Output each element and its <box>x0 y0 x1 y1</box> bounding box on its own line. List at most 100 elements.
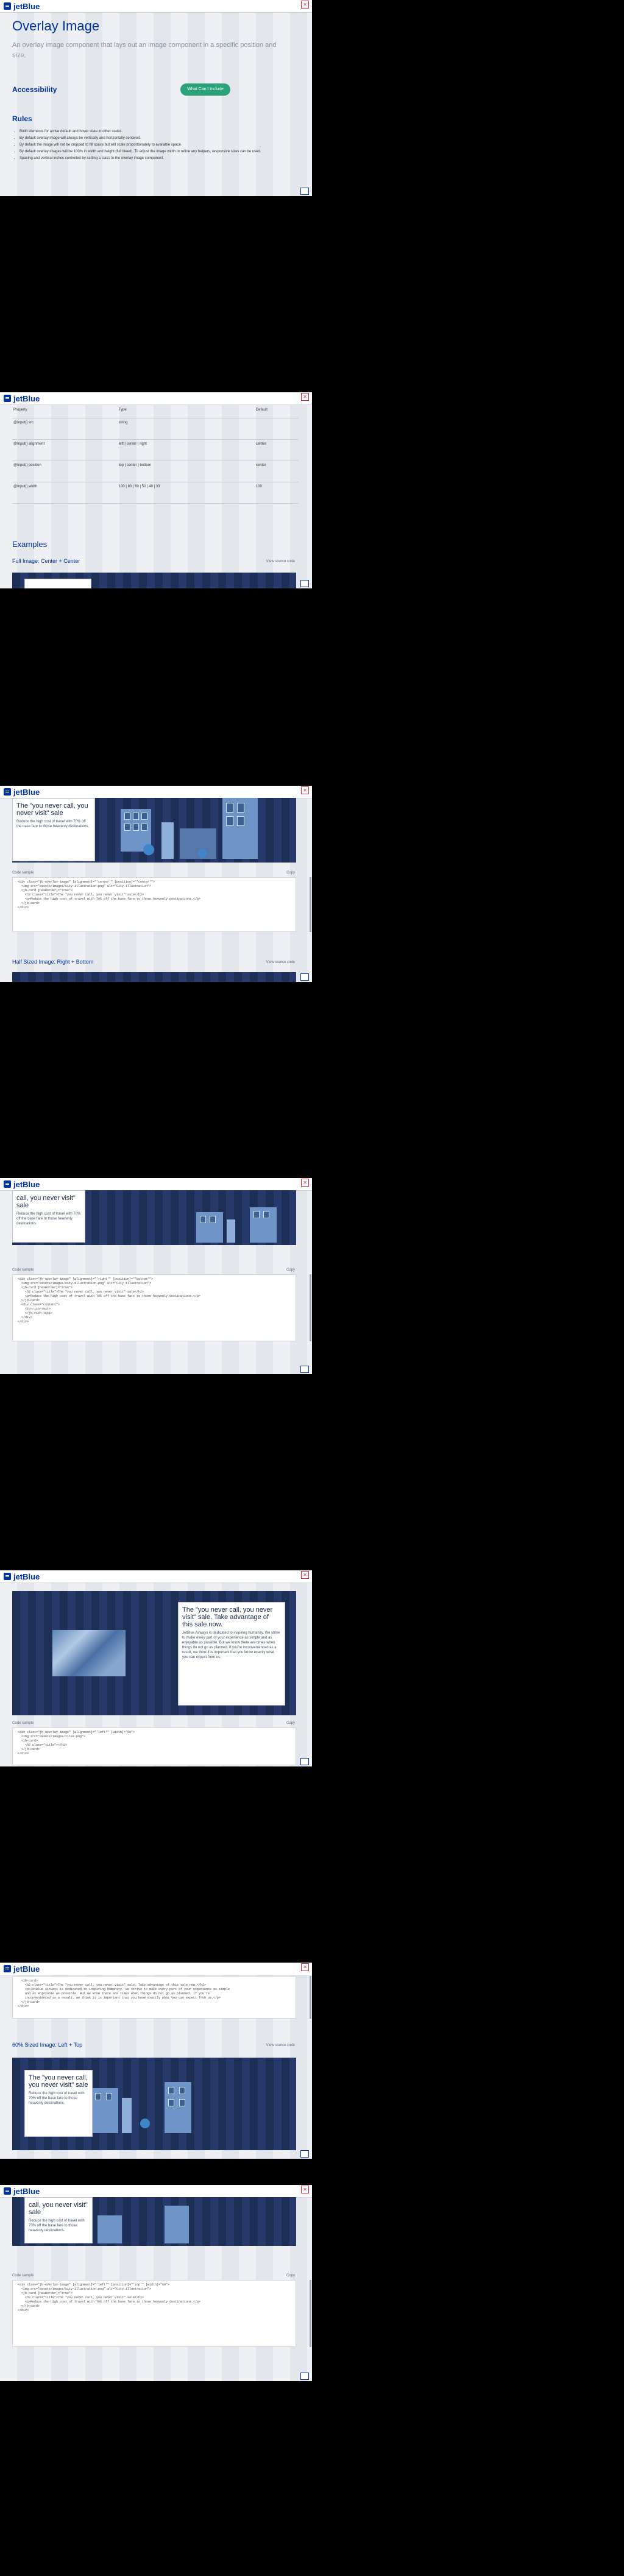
building-illustration <box>91 2088 118 2133</box>
building-illustration <box>161 822 174 859</box>
window <box>168 2099 174 2106</box>
code-sample[interactable]: <div class="jb-overlay-image" [alignment… <box>12 2280 296 2347</box>
table-cell: 100 <box>254 482 299 504</box>
code-sample[interactable]: <div class="jb-overlay-image" [alignment… <box>12 1274 296 1341</box>
overlay-image-banner: The "you never call, you never visit" sa… <box>12 798 296 863</box>
menu-icon[interactable] <box>4 1965 11 1972</box>
building-illustration <box>227 1219 235 1243</box>
table-cell: top | center | bottom <box>117 461 255 482</box>
view-source-link[interactable]: View source code <box>266 2044 295 2047</box>
code-sample[interactable]: <jb-card> <h2 class="title">The "you nev… <box>12 1976 296 2019</box>
code-label: Code sample <box>12 1721 34 1725</box>
tiles-illustration <box>52 1630 126 1676</box>
jetblue-logo[interactable]: jetBlue <box>13 1180 40 1189</box>
table-header-row: Property Type Default <box>12 406 299 418</box>
overlay-image-banner: The "you never call, you never visit" sa… <box>12 2058 296 2150</box>
copy-button[interactable]: Copy <box>286 2274 295 2278</box>
building-illustration <box>250 1207 277 1243</box>
building-illustration <box>165 2206 189 2243</box>
close-icon[interactable]: ✕ <box>301 1 309 9</box>
menu-icon[interactable] <box>4 395 11 402</box>
close-icon[interactable]: ✕ <box>301 1571 309 1579</box>
table-cell: 100 | 80 | 60 | 50 | 40 | 33 <box>117 482 255 504</box>
expand-icon[interactable] <box>300 2373 309 2380</box>
close-icon[interactable]: ✕ <box>301 786 309 794</box>
jetblue-logo[interactable]: jetBlue <box>13 2 40 11</box>
example-title: 60% Sized Image: Left + Top <box>12 2042 83 2048</box>
scrollbar[interactable] <box>310 1976 311 2019</box>
jetblue-logo[interactable]: jetBlue <box>13 2187 40 2196</box>
close-icon[interactable]: ✕ <box>301 1179 309 1187</box>
app-header: jetBlue ✕ <box>0 1178 312 1191</box>
code-label: Code sample <box>12 1268 34 1272</box>
card-body: Reduce the high cost of travel with 70% … <box>29 2219 85 2232</box>
app-header: jetBlue ✕ <box>0 786 312 799</box>
rules-list: Build elements for active default and ho… <box>12 129 306 163</box>
table-cell: @Input() src <box>12 418 118 440</box>
close-icon[interactable]: ✕ <box>301 393 309 401</box>
table-cell: @Input() alignment <box>12 439 118 461</box>
table-cell: left | center | right <box>117 439 255 461</box>
menu-icon[interactable] <box>4 1573 11 1580</box>
expand-icon[interactable] <box>300 188 309 195</box>
expand-icon[interactable] <box>300 2150 309 2158</box>
table-cell: @Input() position <box>12 461 118 482</box>
jetblue-logo[interactable]: jetBlue <box>13 1964 40 1974</box>
accessibility-button[interactable]: What Can I Include <box>180 83 230 96</box>
example-title: Full Image: Center + Center <box>12 558 80 564</box>
scrollbar[interactable] <box>310 877 311 932</box>
overlay-card: call, you never visit" sale Reduce the h… <box>24 2197 93 2243</box>
window <box>179 2099 185 2106</box>
table-row: @Input() position top | center | bottom … <box>12 461 299 482</box>
screen-example-3-code: jetBlue ✕ call, you never visit" sale Re… <box>0 2185 312 2381</box>
list-item: By default the image will not be cropped… <box>20 143 306 148</box>
close-icon[interactable]: ✕ <box>301 1963 309 1971</box>
view-source-link[interactable]: View source code <box>266 560 295 563</box>
copy-button[interactable]: Copy <box>286 1268 295 1272</box>
code-sample[interactable]: <div class="jb-overlay-image" [alignment… <box>12 877 296 932</box>
overlay-image-banner <box>12 972 296 982</box>
menu-icon[interactable] <box>4 788 11 796</box>
window <box>179 2087 185 2094</box>
window <box>141 824 147 831</box>
table-cell: @Input() width <box>12 482 118 504</box>
jetblue-logo[interactable]: jetBlue <box>13 1572 40 1581</box>
window <box>124 824 130 831</box>
card-title: call, you never visit" sale <box>29 2201 88 2216</box>
expand-icon[interactable] <box>300 580 309 587</box>
card-title: The "you never call, you never visit" sa… <box>29 2074 88 2089</box>
building-illustration <box>196 1212 223 1243</box>
scrollbar[interactable] <box>310 2280 311 2347</box>
expand-icon[interactable] <box>300 1758 309 1765</box>
screen-example-2: jetBlue ✕ call, you never visit" sale Re… <box>0 1178 312 1374</box>
accessibility-heading: Accessibility <box>12 85 57 94</box>
building-illustration <box>165 2082 191 2133</box>
expand-icon[interactable] <box>300 973 309 981</box>
window <box>124 813 130 820</box>
close-icon[interactable]: ✕ <box>301 2186 309 2193</box>
copy-button[interactable]: Copy <box>286 871 295 875</box>
copy-button[interactable]: Copy <box>286 1721 295 1725</box>
overlay-image-banner: call, you never visit" sale Reduce the h… <box>12 2197 296 2246</box>
building-illustration <box>222 798 258 859</box>
view-source-link[interactable]: View source code <box>266 961 295 964</box>
overlay-image-banner: The "you never call, you never visit" sa… <box>12 1591 296 1715</box>
window <box>106 2093 112 2100</box>
app-header: jetBlue ✕ <box>0 2185 312 2198</box>
table-cell: string <box>117 418 255 440</box>
code-sample[interactable]: <div class="jb-overlay-image" [alignment… <box>12 1727 296 1765</box>
jetblue-logo[interactable]: jetBlue <box>13 394 40 403</box>
expand-icon[interactable] <box>300 1366 309 1373</box>
jetblue-logo[interactable]: jetBlue <box>13 788 40 797</box>
window <box>237 803 244 813</box>
rules-heading: Rules <box>12 115 32 123</box>
list-item: Spacing and vertical inches controlled b… <box>20 156 306 161</box>
screen-example-1: jetBlue ✕ The "you never call, you never… <box>0 786 312 982</box>
scrollbar[interactable] <box>310 1274 311 1341</box>
menu-icon[interactable] <box>4 2 11 10</box>
list-item: Build elements for active default and ho… <box>20 129 306 135</box>
window <box>254 1211 260 1218</box>
menu-icon[interactable] <box>4 1180 11 1188</box>
building-illustration <box>98 2215 122 2243</box>
menu-icon[interactable] <box>4 2187 11 2195</box>
